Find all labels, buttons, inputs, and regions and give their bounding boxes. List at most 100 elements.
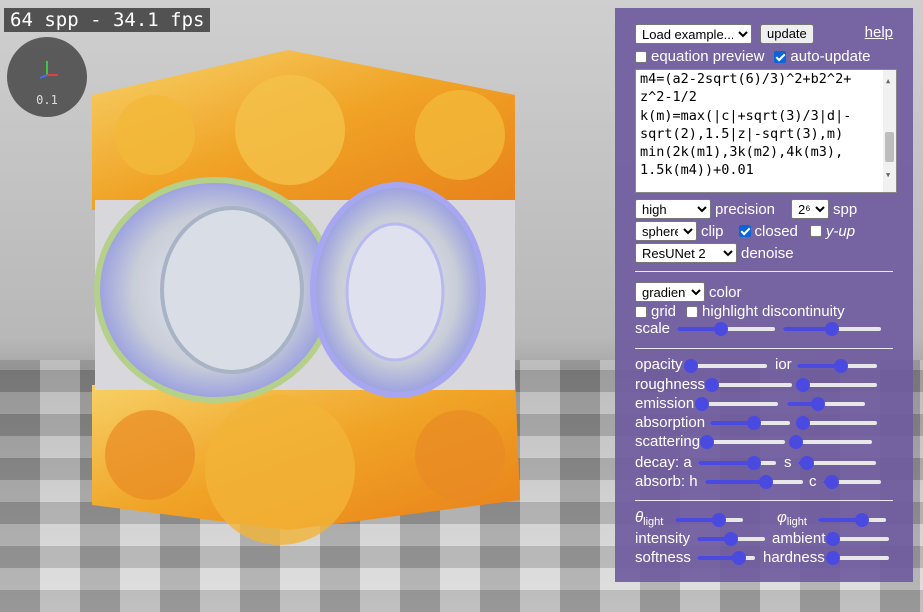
scroll-down-icon[interactable]: ▼ [886, 166, 890, 184]
decay-s-label: s [784, 454, 792, 471]
closed-checkbox[interactable] [738, 225, 751, 237]
equation-line: min(2k(m1),3k(m2),4k(m3), [640, 144, 844, 161]
absorption-slider[interactable] [710, 415, 790, 431]
theta-light-label: θlight [635, 509, 664, 528]
hardness-slider[interactable] [825, 550, 889, 566]
render-stats: 64 spp - 34.1 fps [4, 8, 211, 32]
slider-knob[interactable] [714, 322, 729, 336]
absorb-h-label: absorb: h [635, 473, 698, 490]
ambient-slider[interactable] [825, 531, 889, 547]
scattering-slider[interactable] [699, 434, 785, 450]
slider-knob[interactable] [705, 378, 720, 392]
divider [635, 348, 893, 349]
opacity-label: opacity [635, 356, 683, 373]
slider-knob[interactable] [747, 456, 762, 470]
slider-knob[interactable] [758, 475, 773, 489]
absorb-c-label: c [809, 473, 817, 490]
phi-light-label: φlight [777, 509, 807, 528]
slider-track[interactable] [687, 364, 767, 368]
phi-light-slider[interactable] [818, 512, 886, 528]
emission-slider[interactable] [694, 396, 778, 412]
auto-update-checkbox[interactable] [774, 50, 787, 63]
intensity-slider[interactable] [697, 531, 765, 547]
equation-line: m4=(a2-2sqrt(6)/3)^2+b2^2+ [640, 71, 852, 87]
slider-knob[interactable] [825, 322, 839, 336]
emission-slider-b[interactable] [787, 396, 865, 412]
equation-line: sqrt(2),1.5|z|-sqrt(3),m) [640, 125, 844, 142]
decay-s-slider[interactable] [798, 455, 876, 471]
ambient-label: ambient [772, 530, 826, 547]
precision-select[interactable]: high [635, 199, 711, 219]
grid-checkbox[interactable] [635, 305, 647, 318]
y-up-label: y-up [825, 222, 856, 240]
opacity-slider[interactable] [684, 358, 767, 374]
theta-light-slider[interactable] [675, 512, 743, 528]
equation-line: 1.5k(m4))+0.01 [640, 162, 754, 179]
load-example-select[interactable]: Load example... [635, 24, 752, 44]
slider-knob[interactable] [796, 416, 811, 430]
decay-a-label: decay: a [635, 454, 692, 471]
decay-a-slider[interactable] [698, 455, 776, 471]
slider-knob[interactable] [731, 551, 746, 565]
slider-track[interactable] [792, 440, 872, 444]
slider-knob[interactable] [825, 551, 840, 565]
slider-knob[interactable] [824, 475, 839, 489]
axes-icon [39, 61, 58, 79]
slider-knob[interactable] [825, 532, 840, 546]
y-up-checkbox[interactable] [809, 225, 822, 237]
scrollbar-thumb[interactable] [885, 132, 894, 162]
scroll-up-icon[interactable]: ▲ [886, 72, 890, 90]
slider-knob[interactable] [796, 378, 811, 392]
equation-preview-checkbox[interactable] [635, 50, 647, 63]
roughness-slider-b[interactable] [796, 377, 877, 393]
slider-track[interactable] [700, 402, 778, 406]
scattering-slider-b[interactable] [789, 434, 872, 450]
update-button[interactable]: update [760, 24, 814, 44]
absorb-h-slider[interactable] [705, 474, 803, 490]
softness-slider[interactable] [697, 550, 755, 566]
divider [635, 500, 893, 501]
slider-knob[interactable] [724, 532, 738, 546]
slider-knob[interactable] [789, 435, 803, 449]
absorption-slider-b[interactable] [796, 415, 877, 431]
slider-knob[interactable] [712, 513, 727, 527]
equation-textarea[interactable]: m4=(a2-2sqrt(6)/3)^2+b2^2+ z^2-1/2 k(m)=… [635, 69, 897, 193]
clip-select[interactable]: sphere [635, 221, 697, 241]
equation-line: z^2-1/2 [640, 89, 697, 106]
slider-knob[interactable] [800, 456, 815, 470]
slider-knob[interactable] [694, 397, 709, 411]
slider-knob[interactable] [811, 397, 826, 411]
control-panel: Load example... update help equation pre… [615, 8, 913, 582]
help-link[interactable]: help [865, 24, 893, 41]
slider-knob[interactable] [684, 359, 698, 373]
denoise-select[interactable]: ResUNet 2 [635, 243, 737, 263]
textarea-scrollbar[interactable]: ▲ ▼ [883, 70, 896, 192]
highlight-discontinuity-label: highlight discontinuity [702, 303, 845, 320]
slider-fill [705, 480, 766, 484]
color-select[interactable]: gradient [635, 282, 705, 302]
color-label: color [709, 283, 742, 301]
scale-slider-b[interactable] [783, 321, 881, 337]
slider-track[interactable] [710, 383, 792, 387]
equation-line: k(m)=max(|c|+sqrt(3)/3|d|- [640, 107, 852, 124]
hardness-label: hardness [763, 549, 825, 566]
roughness-slider[interactable] [705, 377, 792, 393]
ior-label: ior [775, 356, 792, 373]
absorb-c-slider[interactable] [823, 474, 881, 490]
roughness-label: roughness [635, 376, 706, 393]
grid-label: grid [651, 303, 677, 320]
slider-track[interactable] [705, 440, 785, 444]
slider-knob[interactable] [855, 513, 870, 527]
scale-slider-a[interactable] [677, 321, 775, 337]
slider-knob[interactable] [834, 359, 848, 373]
clip-label: clip [701, 222, 724, 240]
spp-select[interactable]: 2⁶ [791, 199, 830, 219]
highlight-discontinuity-checkbox[interactable] [686, 305, 699, 318]
scattering-label: scattering [635, 433, 701, 450]
ior-slider[interactable] [797, 358, 877, 374]
spp-label: spp [833, 200, 858, 218]
auto-update-label: auto-update [790, 48, 871, 65]
axis-gizmo[interactable]: 0.1 [7, 37, 87, 117]
slider-knob[interactable] [747, 416, 761, 430]
slider-knob[interactable] [699, 435, 714, 449]
